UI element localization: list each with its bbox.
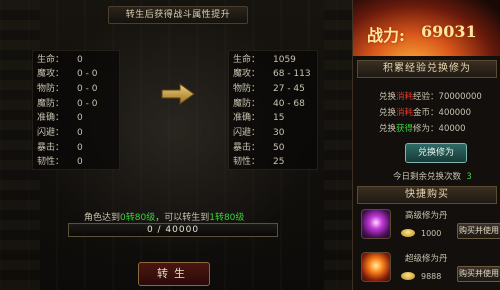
- stat-value: 30: [273, 128, 285, 138]
- combat-power-value: 69031: [421, 22, 477, 41]
- stat-label: 魔攻：: [233, 69, 261, 79]
- requirement-mid: ，可以转生到: [155, 213, 210, 223]
- exchange-suffix: 经验：: [413, 92, 439, 102]
- stat-label: 闪避：: [233, 128, 261, 138]
- next-stat-row: 生命： 1059: [233, 54, 296, 67]
- stat-label: 魔防：: [233, 99, 261, 109]
- stat-value: 0: [77, 143, 83, 153]
- remaining-exchanges: 今日剩余兑换次数 3: [393, 170, 472, 182]
- exchange-cost-tag: 消耗: [396, 92, 414, 102]
- stat-value: 25: [273, 157, 285, 167]
- stat-value: 27 - 45: [273, 84, 305, 94]
- current-stat-row: 准确： 0: [37, 112, 83, 125]
- stat-label: 闪避：: [37, 128, 65, 138]
- stat-value: 0: [77, 113, 83, 123]
- gold-ingot-icon: [401, 229, 415, 237]
- requirement-level: 0转80级: [120, 213, 156, 223]
- combat-power-banner: 战力: 69031: [353, 0, 500, 56]
- exchange-suffix: 修为：: [413, 124, 439, 134]
- stat-value: 0 - 0: [77, 69, 98, 79]
- exchange-cost-tag: 消耗: [396, 108, 414, 118]
- stat-label: 生命：: [233, 55, 261, 65]
- current-stat-row: 韧性： 0: [37, 156, 83, 169]
- remaining-count: 3: [466, 172, 472, 182]
- stat-label: 魔攻：: [37, 69, 65, 79]
- side-panel: 战力: 69031 积累经验兑换修为 兑换消耗经验：70000000 兑换消耗金…: [352, 0, 500, 290]
- next-stat-row: 物防： 27 - 45: [233, 83, 305, 96]
- stat-value: 0 - 0: [77, 84, 98, 94]
- stat-label: 物防：: [37, 84, 65, 94]
- exchange-suffix: 金币：: [413, 108, 439, 118]
- stat-label: 韧性：: [37, 157, 65, 167]
- exchange-exp-value: 70000000: [438, 92, 482, 102]
- stat-label: 暴击：: [233, 143, 261, 153]
- next-stat-row: 暴击： 50: [233, 142, 284, 155]
- exchange-cultivation-value: 40000: [438, 124, 466, 134]
- current-stat-row: 生命： 0: [37, 54, 83, 67]
- exchange-cultivation-row: 兑换获得修为：40000: [379, 122, 466, 134]
- quick-buy-item: 超级修为丹 9888 购买并使用: [357, 250, 500, 290]
- rebirth-title: 转生后获得战斗属性提升: [108, 6, 248, 24]
- current-stat-row: 魔攻： 0 - 0: [37, 68, 97, 81]
- exchange-exp-row: 兑换消耗经验：70000000: [379, 90, 482, 102]
- exchange-prefix: 兑换: [379, 108, 397, 118]
- stat-value: 1059: [273, 55, 296, 65]
- orange-pill-icon: [361, 252, 391, 282]
- requirement-prefix: 角色达到: [84, 213, 121, 223]
- stat-value: 0: [77, 157, 83, 167]
- exchange-prefix: 兑换: [379, 92, 397, 102]
- rebirth-button[interactable]: 转生: [138, 262, 210, 286]
- stat-value: 15: [273, 113, 285, 123]
- next-stat-row: 准确： 15: [233, 112, 284, 125]
- exp-progress-text: 0 / 40000: [146, 225, 200, 235]
- quick-buy-header: 快捷购买: [357, 186, 497, 204]
- stat-value: 0: [77, 55, 83, 65]
- rebirth-requirement: 角色达到0转80级，可以转生到1转80级: [84, 210, 284, 223]
- exchange-header: 积累经验兑换修为: [357, 60, 497, 78]
- exchange-prefix: 兑换: [379, 124, 397, 134]
- current-stats-box: 生命： 0 魔攻： 0 - 0 物防： 0 - 0 魔防： 0 - 0 准确： 0 闪避：…: [32, 50, 120, 170]
- current-stat-row: 物防： 0 - 0: [37, 83, 97, 96]
- next-stat-row: 魔防： 40 - 68: [233, 98, 305, 111]
- gold-ingot-icon: [401, 272, 415, 280]
- stat-value: 0 - 0: [77, 99, 98, 109]
- exchange-gold-value: 400000: [438, 108, 471, 118]
- next-stats-box: 生命： 1059 魔攻： 68 - 113 物防： 27 - 45 魔防： 40 - 6…: [228, 50, 318, 170]
- stat-label: 韧性：: [233, 157, 261, 167]
- current-stat-row: 魔防： 0 - 0: [37, 98, 97, 111]
- stat-value: 68 - 113: [273, 69, 311, 79]
- item-name: 超级修为丹: [405, 254, 448, 264]
- stat-label: 暴击：: [37, 143, 65, 153]
- stat-label: 生命：: [37, 55, 65, 65]
- stat-value: 40 - 68: [273, 99, 305, 109]
- exchange-button[interactable]: 兑换修为: [405, 143, 467, 163]
- arrow-right-icon: [161, 83, 195, 105]
- item-name: 高级修为丹: [405, 211, 448, 221]
- stat-label: 准确：: [233, 113, 261, 123]
- exchange-gain-tag: 获得: [396, 124, 414, 134]
- current-stat-row: 闪避： 0: [37, 127, 83, 140]
- item-price: 1000: [421, 229, 442, 238]
- requirement-target: 1转80级: [209, 213, 245, 223]
- remaining-label: 今日剩余兑换次数: [393, 172, 462, 182]
- buy-and-use-button[interactable]: 购买并使用: [457, 266, 500, 282]
- combat-power-label: 战力:: [367, 26, 405, 45]
- current-stat-row: 暴击： 0: [37, 142, 83, 155]
- next-stat-row: 韧性： 25: [233, 156, 284, 169]
- next-stat-row: 魔攻： 68 - 113: [233, 68, 311, 81]
- stat-value: 0: [77, 128, 83, 138]
- buy-and-use-button[interactable]: 购买并使用: [457, 223, 500, 239]
- next-stat-row: 闪避： 30: [233, 127, 284, 140]
- stat-label: 物防：: [233, 84, 261, 94]
- exchange-gold-row: 兑换消耗金币：400000: [379, 106, 471, 118]
- exp-progress-bar: 0 / 40000: [68, 223, 278, 237]
- stat-label: 魔防：: [37, 99, 65, 109]
- item-price: 9888: [421, 272, 442, 281]
- stat-label: 准确：: [37, 113, 65, 123]
- stat-value: 50: [273, 143, 285, 153]
- rebirth-panel: 转生后获得战斗属性提升 生命： 0 魔攻： 0 - 0 物防： 0 - 0 魔防： 0 …: [0, 0, 352, 290]
- purple-pill-icon: [361, 209, 391, 239]
- quick-buy-item: 高级修为丹 1000 购买并使用: [357, 207, 500, 249]
